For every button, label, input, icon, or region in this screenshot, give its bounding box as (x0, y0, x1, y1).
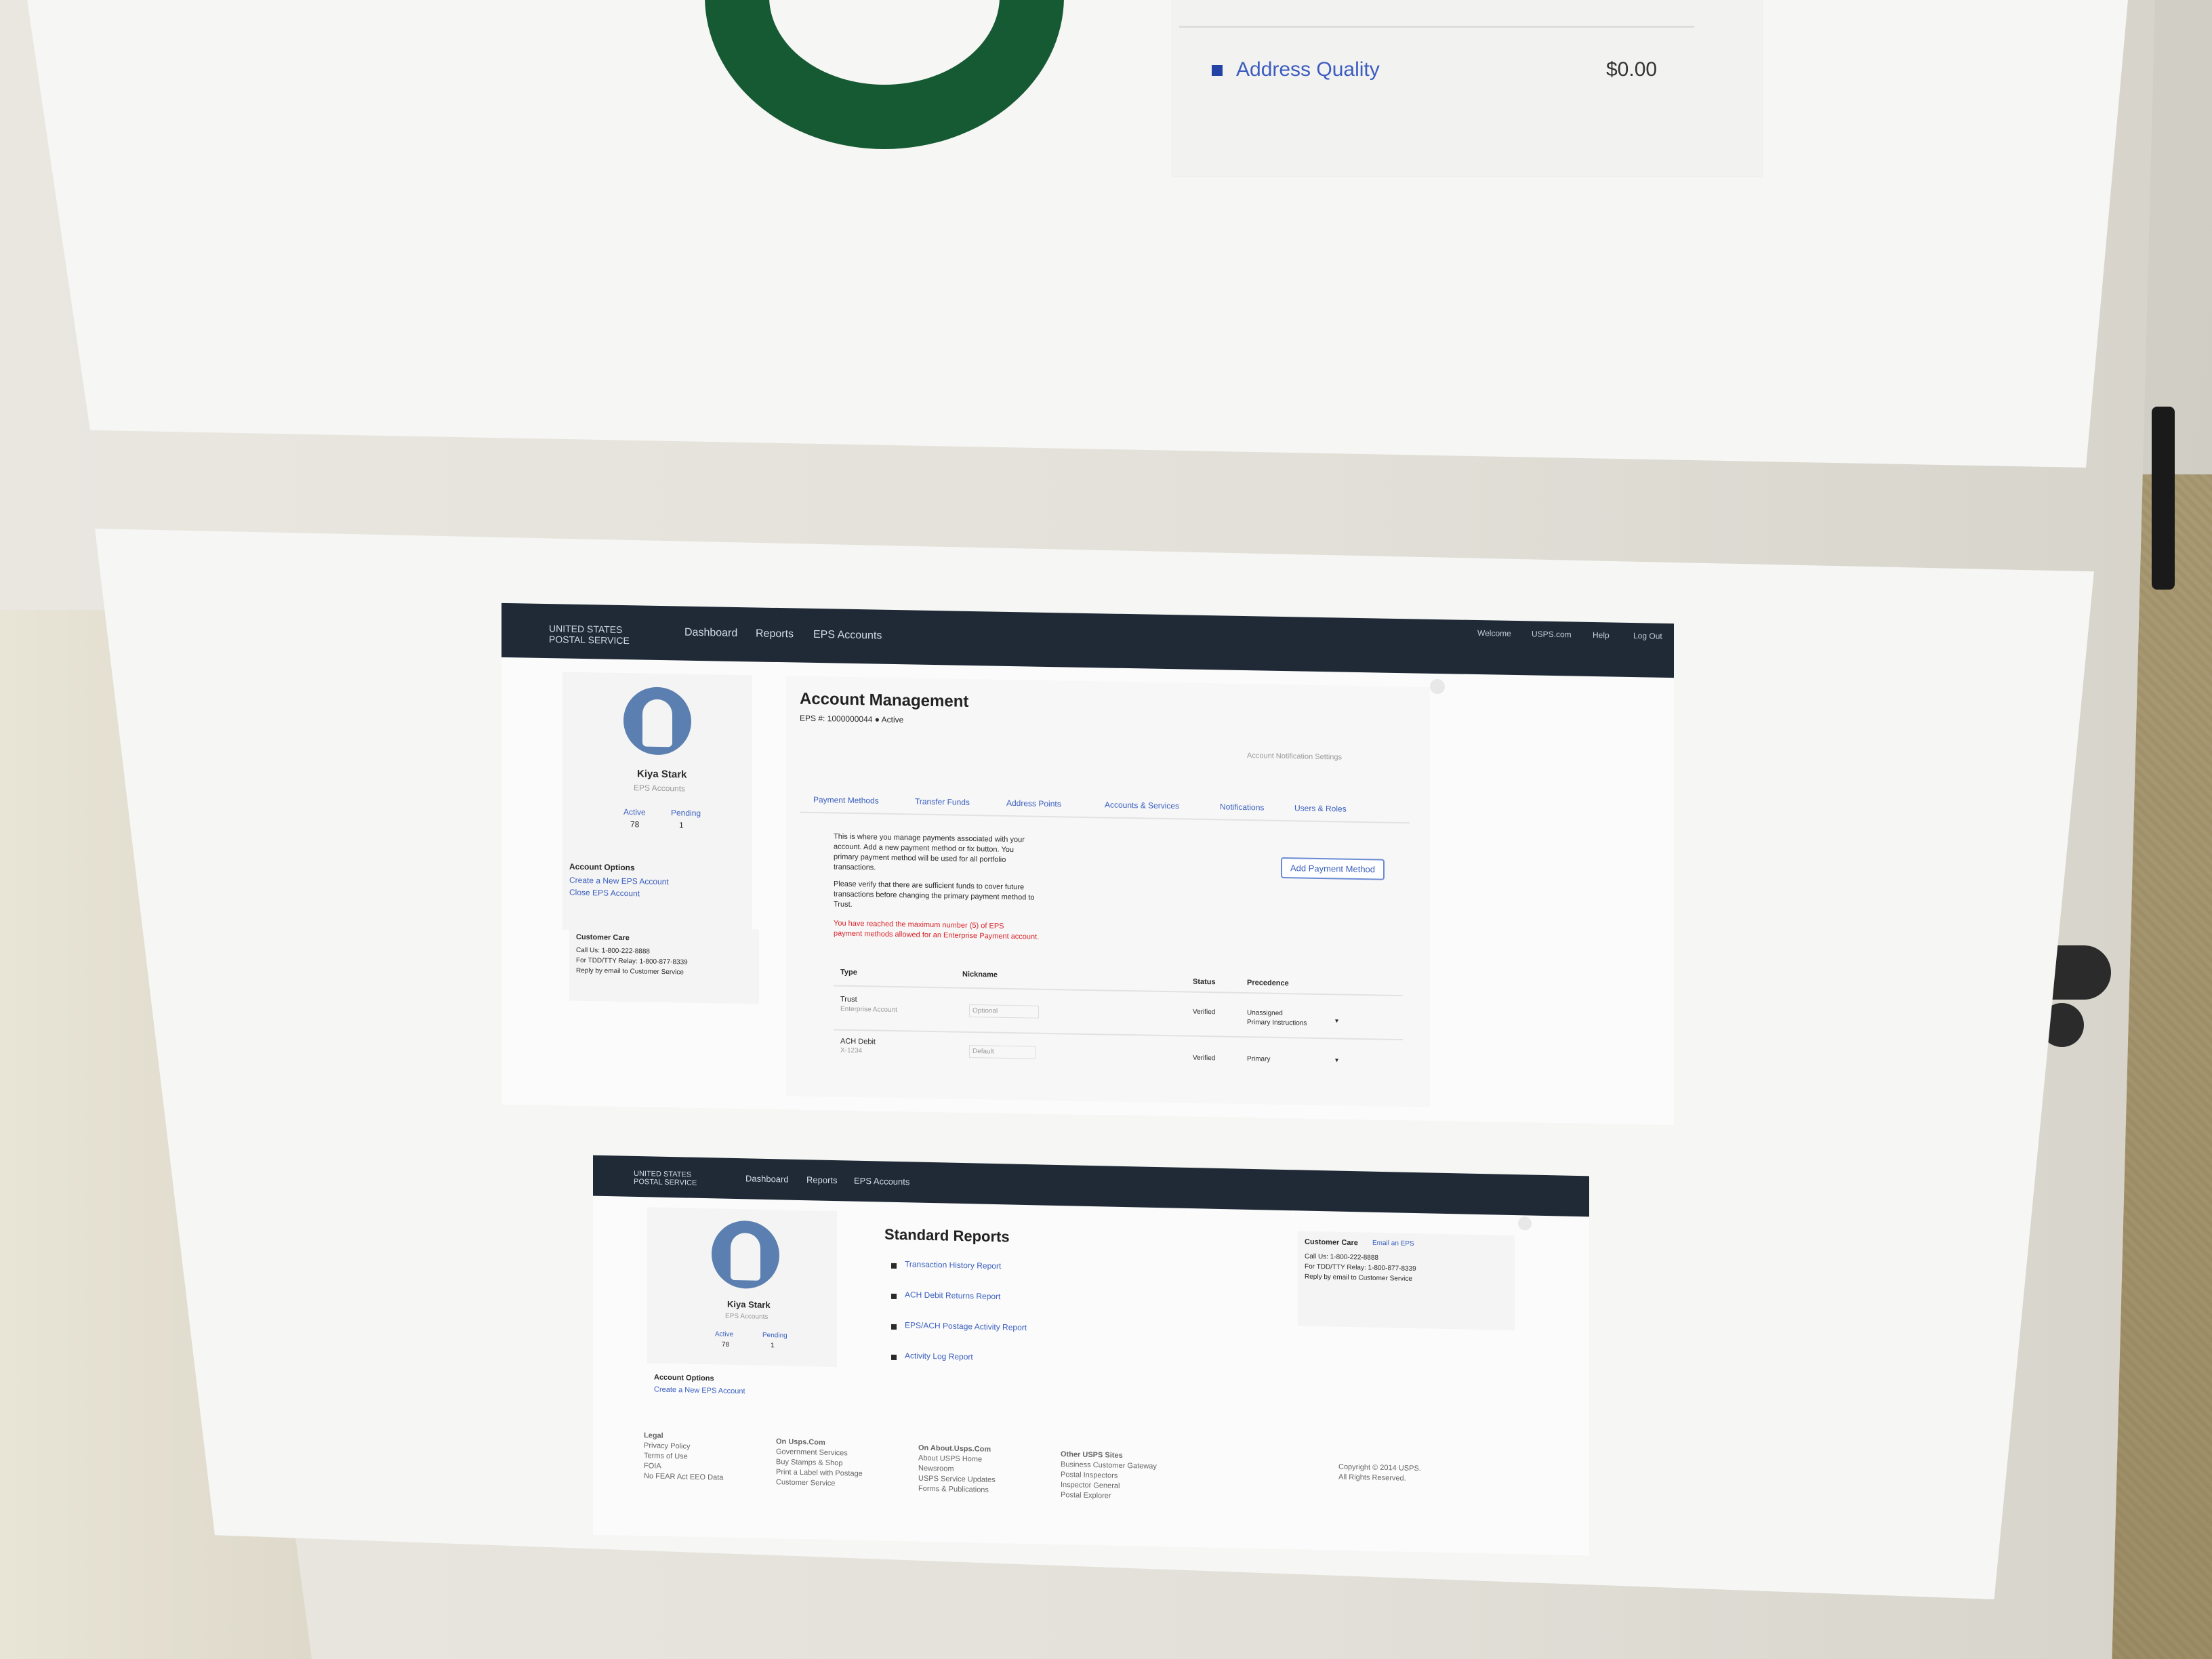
nav2-reports[interactable]: Reports (806, 1174, 838, 1185)
nav-help[interactable]: Help (1593, 630, 1610, 640)
standard-reports-printout: UNITED STATES POSTAL SERVICE Dashboard R… (593, 1155, 1589, 1556)
stat2-active-label[interactable]: Active (715, 1330, 733, 1338)
profile-name-2: Kiya Stark (727, 1298, 771, 1311)
stat2-active-value: 78 (722, 1340, 730, 1349)
row2-type: ACH Debit (840, 1037, 876, 1046)
row1-nickname-input[interactable]: Optional (969, 1004, 1040, 1019)
row2-precedence: Primary (1247, 1055, 1271, 1063)
row1-type: Trust (840, 995, 857, 1004)
reports-title: Standard Reports (884, 1225, 1010, 1246)
account-subline: EPS #: 1000000044 ● Active (800, 713, 904, 725)
footer-link[interactable]: Postal Explorer (1061, 1490, 1157, 1502)
legend-divider (1179, 26, 1694, 28)
avatar-icon-2 (712, 1220, 779, 1290)
report-link-1[interactable]: Transaction History Report (905, 1259, 1001, 1271)
footer-link[interactable]: Customer Service (776, 1477, 863, 1490)
customer-care-email-link[interactable]: Email an EPS (1372, 1240, 1414, 1248)
report-link-2[interactable]: ACH Debit Returns Report (905, 1290, 1000, 1301)
stat-active-label[interactable]: Active (623, 807, 646, 817)
donut-chart (705, 0, 1064, 149)
create-account-link-2[interactable]: Create a New EPS Account (654, 1385, 745, 1395)
customer-care2-line-1: Call Us: 1-800-222-8888 (1305, 1252, 1378, 1262)
nav-dashboard[interactable]: Dashboard (684, 627, 737, 640)
add-payment-method-button[interactable]: Add Payment Method (1281, 857, 1385, 880)
customer-care-title-2: Customer Care (1305, 1237, 1358, 1248)
footer-col-other: Other USPS Sites Business Customer Gatew… (1061, 1450, 1157, 1502)
nav2-dashboard[interactable]: Dashboard (745, 1173, 789, 1184)
tab-notifications[interactable]: Notifications (1220, 802, 1264, 812)
nav-logout[interactable]: Log Out (1633, 631, 1662, 641)
report-bullet-1 (891, 1263, 897, 1269)
nav2-eps-accounts[interactable]: EPS Accounts (854, 1176, 909, 1187)
row2-chevron-down-icon[interactable]: ▾ (1335, 1057, 1338, 1064)
account-management-printout: UNITED STATES POSTAL SERVICE Dashboard R… (501, 602, 1674, 1126)
row1-type-sub: Enterprise Account (840, 1005, 897, 1015)
usps-logo: UNITED STATES POSTAL SERVICE (549, 623, 630, 647)
row2-nickname-input[interactable]: Default (969, 1044, 1036, 1059)
row1-precedence-sub: Primary Instructions (1247, 1019, 1307, 1027)
col-header-status: Status (1193, 977, 1216, 987)
row2-status: Verified (1193, 1054, 1216, 1063)
intro-line-7: Trust. (834, 900, 853, 909)
tab-transfer-funds[interactable]: Transfer Funds (915, 797, 970, 807)
row2-type-sub: X-1234 (840, 1046, 863, 1055)
footer-col-about: On About.Usps.Com About USPS Home Newsro… (918, 1443, 996, 1496)
stat2-pending-value: 1 (771, 1342, 775, 1350)
stat-pending-label[interactable]: Pending (671, 808, 701, 818)
footer-col-usps: On Usps.Com Government Services Buy Stam… (776, 1437, 863, 1490)
report-bullet-4 (891, 1354, 897, 1360)
intro-line-4: transactions. (834, 863, 876, 872)
footer-col-legal: Legal Privacy Policy Terms of Use FOIA N… (644, 1431, 723, 1483)
gear-icon[interactable] (1430, 678, 1445, 695)
legend-swatch (1212, 65, 1223, 76)
report-bullet-3 (891, 1324, 897, 1330)
board-clip (2152, 407, 2175, 590)
tab-users-roles[interactable]: Users & Roles (1294, 803, 1347, 813)
profile-name: Kiya Stark (637, 768, 687, 781)
col-header-nickname: Nickname (962, 970, 998, 979)
customer-care-title: Customer Care (576, 933, 630, 943)
page-title: Account Management (800, 689, 969, 711)
legend-value: $0.00 (1606, 58, 1658, 81)
usps-logo-2: UNITED STATES POSTAL SERVICE (634, 1169, 697, 1187)
customer-care-line-1: Call Us: 1-800-222-8888 (576, 946, 650, 956)
gear-icon-2[interactable] (1518, 1216, 1532, 1231)
stat-active-value: 78 (630, 819, 640, 830)
create-account-link[interactable]: Create a New EPS Account (569, 876, 669, 887)
nav-eps-accounts[interactable]: EPS Accounts (813, 629, 882, 642)
row1-chevron-down-icon[interactable]: ▾ (1335, 1017, 1338, 1025)
tab-payment-methods[interactable]: Payment Methods (813, 795, 879, 806)
report-bullet-2 (891, 1293, 897, 1299)
nav-usps-com[interactable]: USPS.com (1532, 629, 1572, 639)
profile-subtitle-2: EPS Accounts (725, 1312, 769, 1322)
stat-pending-value: 1 (679, 820, 684, 830)
row1-status: Verified (1193, 1008, 1216, 1017)
tab-address-points[interactable]: Address Points (1006, 798, 1061, 808)
footer-copyright: Copyright © 2014 USPS. All Rights Reserv… (1338, 1462, 1421, 1485)
legend-label: Address Quality (1236, 58, 1380, 81)
nav-welcome[interactable]: Welcome (1477, 628, 1511, 638)
row1-precedence: Unassigned (1247, 1009, 1283, 1018)
close-account-link[interactable]: Close EPS Account (569, 888, 640, 899)
col-header-precedence: Precedence (1247, 979, 1289, 988)
top-paper-sheet: Address Quality $0.00 (27, 0, 2128, 468)
footer-link[interactable]: No FEAR Act EEO Data (644, 1471, 723, 1483)
account-options-title-2: Account Options (654, 1373, 714, 1383)
col-header-type: Type (840, 968, 857, 977)
profile-subtitle: EPS Accounts (634, 783, 686, 794)
nav-reports[interactable]: Reports (756, 628, 794, 640)
stat2-pending-label[interactable]: Pending (762, 1332, 787, 1340)
report-link-4[interactable]: Activity Log Report (905, 1351, 973, 1361)
notification-settings-link[interactable]: Account Notification Settings (1247, 752, 1342, 761)
tab-accounts-services[interactable]: Accounts & Services (1105, 800, 1179, 811)
report-link-3[interactable]: EPS/ACH Postage Activity Report (905, 1320, 1027, 1332)
copyright-line-2: All Rights Reserved. (1338, 1473, 1406, 1483)
avatar-icon (623, 687, 691, 756)
account-options-title: Account Options (569, 861, 635, 873)
footer-link[interactable]: Forms & Publications (918, 1484, 996, 1496)
